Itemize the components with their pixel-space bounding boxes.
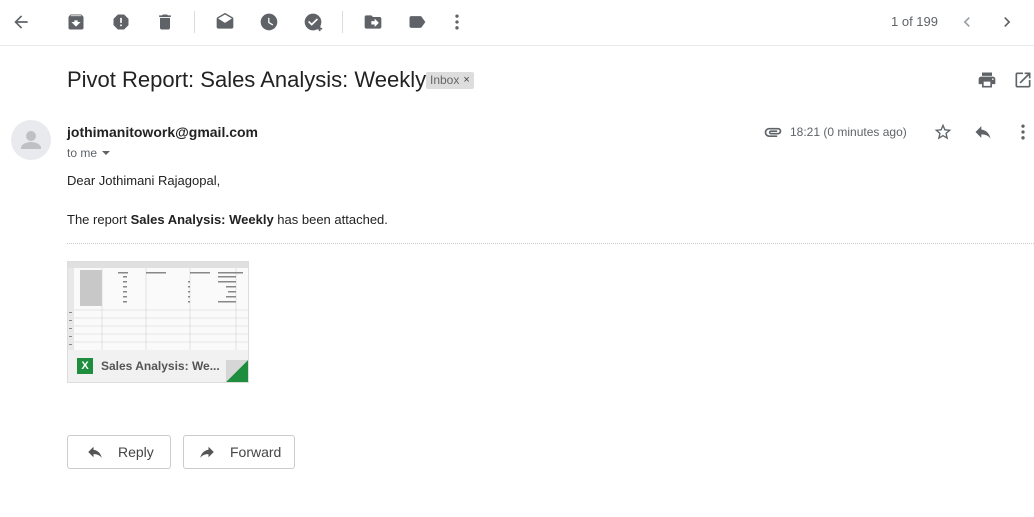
pager-count: 1 of 199 — [891, 14, 938, 29]
star-icon[interactable] — [932, 121, 954, 143]
inbox-label-chip[interactable]: Inbox × — [426, 72, 474, 89]
recipient-text: to me — [67, 146, 98, 160]
move-to-icon[interactable] — [362, 11, 384, 33]
report-name: Sales Analysis: Weekly — [130, 212, 274, 227]
sender-email[interactable]: jothimanitowork@gmail.com — [67, 124, 258, 140]
forward-button[interactable]: Forward — [183, 435, 295, 469]
mark-unread-icon[interactable] — [214, 11, 236, 33]
snooze-icon[interactable] — [258, 11, 280, 33]
body-text-pre: The report — [67, 212, 131, 227]
toolbar-separator — [194, 11, 195, 33]
toolbar-separator — [342, 11, 343, 33]
attachment-filename: Sales Analysis: We... — [101, 359, 220, 373]
chevron-left-icon[interactable] — [956, 11, 978, 33]
back-arrow-icon[interactable] — [10, 11, 32, 33]
label-text: Inbox — [430, 73, 460, 87]
reply-icon[interactable] — [972, 121, 994, 143]
email-body-line: The report Sales Analysis: Weekly has be… — [67, 212, 388, 227]
sender-avatar[interactable] — [11, 120, 51, 160]
chevron-right-icon[interactable] — [996, 11, 1018, 33]
more-vert-icon[interactable] — [446, 11, 468, 33]
add-to-tasks-icon[interactable] — [302, 11, 324, 33]
email-greeting: Dear Jothimani Rajagopal, — [67, 173, 221, 188]
dropdown-arrow-icon — [102, 151, 111, 155]
delete-icon[interactable] — [154, 11, 176, 33]
excel-file-icon: X — [77, 358, 93, 374]
print-icon[interactable] — [976, 69, 998, 91]
recipient-details-toggle[interactable]: to me — [67, 146, 111, 160]
reply-arrow-icon — [88, 446, 102, 458]
email-subject: Pivot Report: Sales Analysis: Weekly — [67, 67, 427, 92]
spreadsheet-thumbnail — [68, 262, 248, 350]
archive-icon[interactable] — [65, 11, 87, 33]
remove-label-icon[interactable]: × — [463, 72, 469, 89]
reply-button[interactable]: Reply — [67, 435, 171, 469]
reply-button-label: Reply — [118, 444, 154, 460]
attachment-footer: X Sales Analysis: We... — [68, 350, 248, 382]
email-toolbar: 1 of 199 — [0, 0, 1034, 46]
email-timestamp: 18:21 (0 minutes ago) — [790, 125, 907, 139]
attachment-card[interactable]: X Sales Analysis: We... — [67, 261, 249, 383]
forward-button-label: Forward — [230, 444, 282, 460]
more-options-icon[interactable] — [1012, 121, 1034, 143]
attachment-clip-icon — [762, 121, 784, 143]
body-text-post: has been attached. — [273, 212, 388, 227]
forward-arrow-icon — [200, 446, 214, 458]
page-fold-corner-icon — [226, 360, 248, 382]
attachment-divider — [67, 243, 1034, 244]
open-in-new-window-icon[interactable] — [1012, 69, 1034, 91]
labels-icon[interactable] — [406, 11, 428, 33]
report-spam-icon[interactable] — [110, 11, 132, 33]
